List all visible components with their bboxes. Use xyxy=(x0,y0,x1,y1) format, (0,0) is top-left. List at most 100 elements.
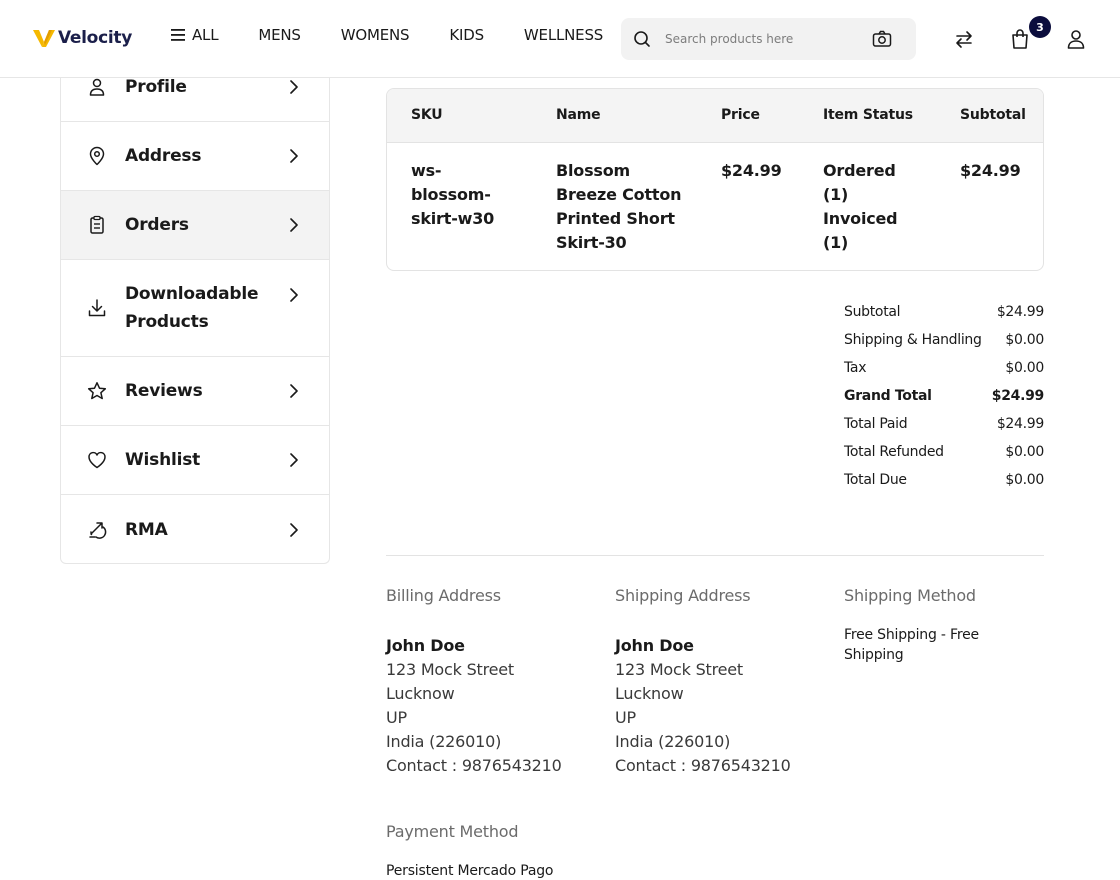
column-header-name: Name xyxy=(556,107,601,123)
totals-row-subtotal: Subtotal $24.99 xyxy=(844,304,1044,332)
sidebar-item-label: RMA xyxy=(125,519,168,540)
nav-wellness[interactable]: WELLNESS xyxy=(524,26,603,44)
item-subtotal: $24.99 xyxy=(960,161,1021,180)
cart-count-badge: 3 xyxy=(1029,16,1051,38)
shipping-contact: Contact : 9876543210 xyxy=(615,756,791,775)
totals-row-shipping: Shipping & Handling $0.00 xyxy=(844,332,1044,360)
column-header-price: Price xyxy=(721,107,760,123)
search-bar xyxy=(621,18,916,60)
column-header-item-status: Item Status xyxy=(823,107,913,123)
payment-method-value: Persistent Mercado Pago xyxy=(386,863,554,879)
sidebar-item-wishlist[interactable]: Wishlist xyxy=(61,426,329,495)
sidebar-item-label: Wishlist xyxy=(125,450,201,470)
totals-row-tax: Tax $0.00 xyxy=(844,360,1044,388)
sidebar-item-label: Downloadable Products xyxy=(125,284,259,332)
shipping-country: India (226010) xyxy=(615,732,731,751)
totals-label: Subtotal xyxy=(844,304,901,320)
logo-mark-icon xyxy=(33,30,55,47)
download-icon xyxy=(88,299,106,317)
order-totals: Subtotal $24.99 Shipping & Handling $0.00 … xyxy=(844,304,1044,500)
shipping-method-value: Free Shipping - Free Shipping xyxy=(844,627,979,663)
cart-icon[interactable] xyxy=(1009,28,1031,50)
totals-row-total-due: Total Due $0.00 xyxy=(844,472,1044,500)
totals-value: $0.00 xyxy=(1005,444,1044,460)
column-header-sku: SKU xyxy=(411,107,443,123)
star-icon xyxy=(87,382,107,400)
sidebar-item-label: Address xyxy=(125,146,202,166)
search-icon[interactable] xyxy=(633,30,651,48)
nav-all[interactable]: ALL xyxy=(170,26,219,44)
sidebar-item-downloadable-products[interactable]: Downloadable Products xyxy=(61,260,329,357)
billing-name: John Doe xyxy=(386,636,465,655)
order-items-table: SKU Name Price Item Status Subtotal ws-b… xyxy=(386,88,1044,271)
sidebar-item-reviews[interactable]: Reviews xyxy=(61,357,329,426)
chevron-right-icon xyxy=(290,79,298,94)
user-icon xyxy=(89,78,105,96)
chevron-right-icon xyxy=(290,522,298,537)
shipping-state: UP xyxy=(615,708,636,727)
shipping-address-title: Shipping Address xyxy=(615,586,751,605)
column-header-subtotal: Subtotal xyxy=(960,107,1026,123)
nav-kids[interactable]: KIDS xyxy=(449,26,484,44)
shipping-name: John Doe xyxy=(615,636,694,655)
totals-label: Grand Total xyxy=(844,388,932,404)
chevron-right-icon xyxy=(290,384,298,398)
totals-value: $24.99 xyxy=(996,304,1044,320)
totals-value: $0.00 xyxy=(1005,472,1044,488)
shipping-address: John Doe 123 Mock Street Lucknow UP Indi… xyxy=(615,634,835,778)
item-sku: ws-blossom-skirt-w30 xyxy=(411,161,495,228)
totals-value: $24.99 xyxy=(996,416,1044,432)
totals-value: $24.99 xyxy=(991,388,1045,404)
shipping-method-title: Shipping Method xyxy=(844,586,976,605)
chevron-right-icon xyxy=(290,288,298,302)
shipping-street: 123 Mock Street xyxy=(615,660,743,679)
totals-label: Tax xyxy=(844,360,867,376)
billing-contact: Contact : 9876543210 xyxy=(386,756,562,775)
payment-method-title: Payment Method xyxy=(386,822,519,841)
shipping-city: Lucknow xyxy=(615,684,684,703)
sidebar-item-label: Reviews xyxy=(125,381,203,401)
site-header: Velocity ALL MENS WOMENS KIDS WELLNESS 3 xyxy=(0,0,1120,78)
totals-label: Total Due xyxy=(844,472,907,488)
item-name: Blossom Breeze Cotton Printed Short Skir… xyxy=(556,161,682,252)
totals-label: Shipping & Handling xyxy=(844,332,982,348)
table-header-row: SKU Name Price Item Status Subtotal xyxy=(387,89,1043,143)
search-input[interactable] xyxy=(665,29,860,49)
billing-street: 123 Mock Street xyxy=(386,660,514,679)
sidebar-item-orders[interactable]: Orders xyxy=(61,191,329,260)
totals-value: $0.00 xyxy=(1005,332,1044,348)
nav-mens[interactable]: MENS xyxy=(258,26,301,44)
billing-state: UP xyxy=(386,708,407,727)
billing-country: India (226010) xyxy=(386,732,502,751)
item-price: $24.99 xyxy=(721,161,782,180)
nav-all-label: ALL xyxy=(192,26,219,44)
totals-label: Total Paid xyxy=(844,416,908,432)
totals-label: Total Refunded xyxy=(844,444,944,460)
nav-womens[interactable]: WOMENS xyxy=(341,26,410,44)
sidebar-item-rma[interactable]: RMA xyxy=(61,495,329,564)
heart-icon xyxy=(88,451,106,469)
chevron-right-icon xyxy=(290,218,298,232)
menu-icon xyxy=(171,29,185,41)
main-nav: ALL MENS WOMENS KIDS WELLNESS xyxy=(170,26,603,44)
sidebar-item-label: Orders xyxy=(125,215,189,235)
location-pin-icon xyxy=(89,146,105,166)
camera-icon[interactable] xyxy=(872,30,892,48)
billing-city: Lucknow xyxy=(386,684,455,703)
compare-icon[interactable] xyxy=(953,28,975,50)
totals-row-total-paid: Total Paid $24.99 xyxy=(844,416,1044,444)
billing-address-title: Billing Address xyxy=(386,586,501,605)
account-sidebar: Profile Address Orders Downloadable Prod… xyxy=(60,52,330,564)
account-icon[interactable] xyxy=(1065,28,1087,50)
return-arrows-icon xyxy=(89,521,107,539)
totals-value: $0.00 xyxy=(1005,360,1044,376)
chevron-right-icon xyxy=(290,149,298,163)
totals-row-grand-total: Grand Total $24.99 xyxy=(844,388,1044,416)
billing-address: John Doe 123 Mock Street Lucknow UP Indi… xyxy=(386,634,606,778)
clipboard-icon xyxy=(90,215,104,234)
item-status: Ordered (1) Invoiced (1) xyxy=(823,161,898,252)
totals-row-total-refunded: Total Refunded $0.00 xyxy=(844,444,1044,472)
logo[interactable]: Velocity xyxy=(33,26,132,50)
sidebar-item-address[interactable]: Address xyxy=(61,122,329,191)
chevron-right-icon xyxy=(290,453,298,467)
